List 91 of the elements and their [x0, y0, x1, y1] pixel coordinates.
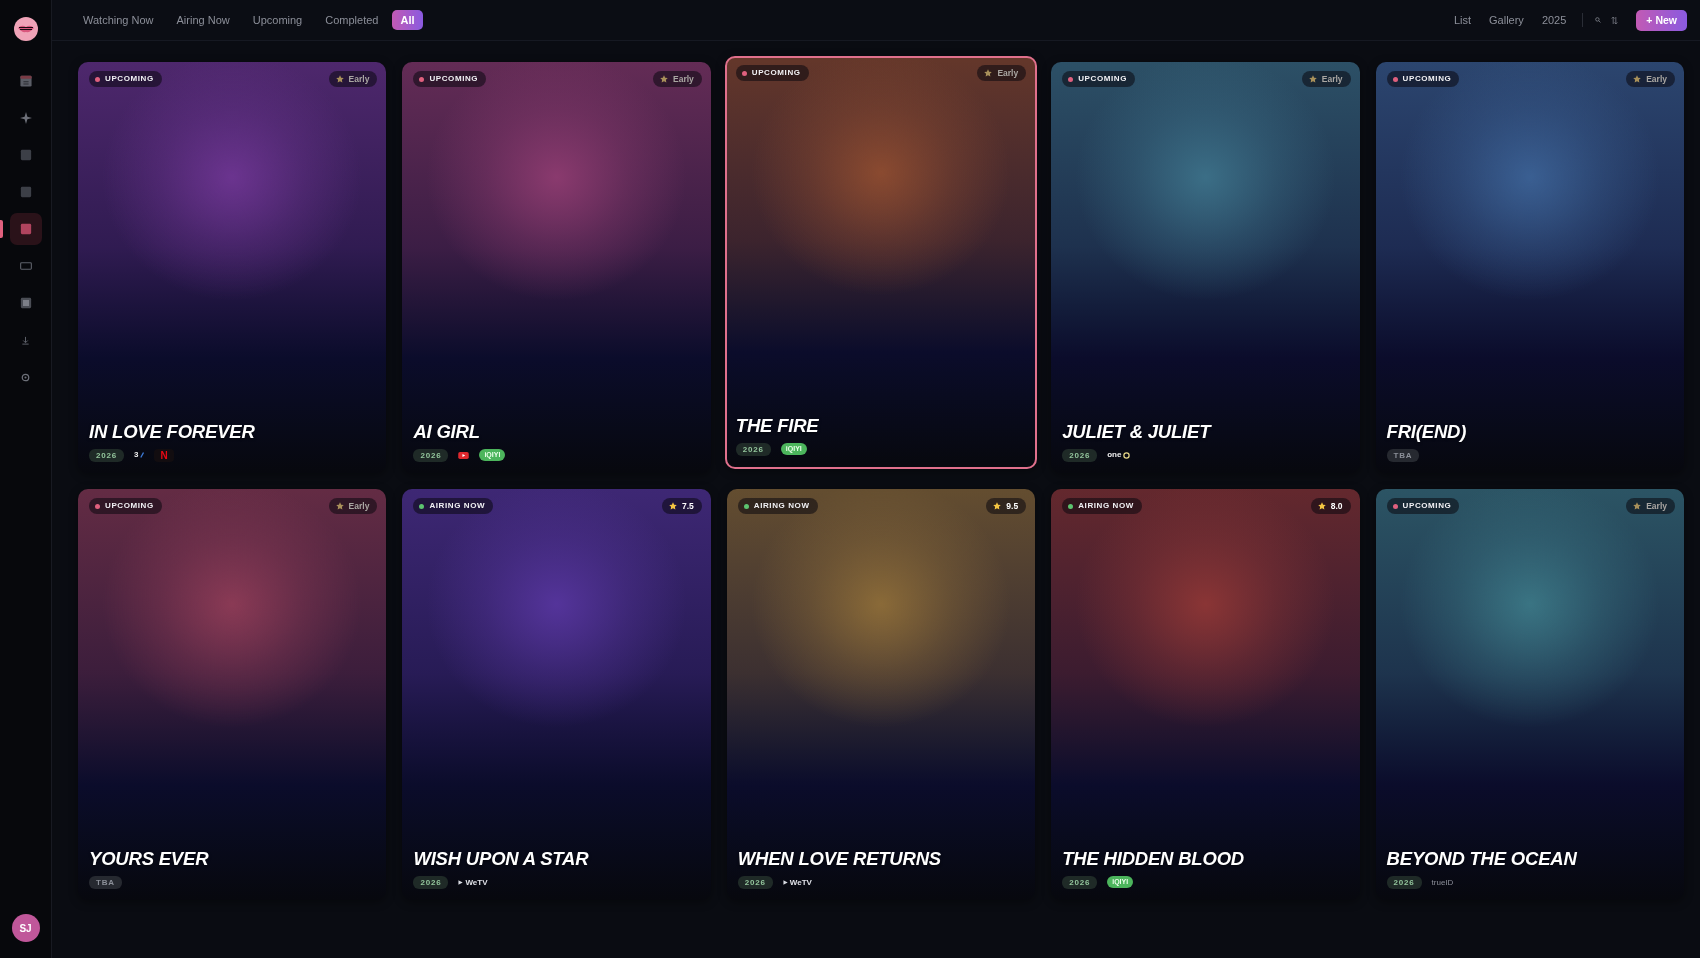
logo-icon[interactable]	[13, 17, 38, 41]
show-card[interactable]: UPCOMING Early BEYOND THE OCEAN 2026 trueID	[1375, 489, 1684, 900]
star-icon	[668, 502, 677, 510]
show-title: JULIET & JULIET	[1062, 421, 1213, 443]
filter-tab[interactable]: Airing Now	[167, 10, 239, 30]
status-label: UPCOMING	[429, 74, 479, 84]
sort-arrows-icon	[1611, 15, 1619, 25]
show-card[interactable]: AIRING NOW 7.5 WISH UPON A STAR 2026 WeTV	[402, 489, 711, 900]
platform-logo: WeTV	[465, 877, 488, 887]
star-icon	[335, 75, 344, 83]
rating-label: 7.5	[681, 501, 694, 511]
status-label: UPCOMING	[1402, 74, 1452, 84]
rectangle-icon	[19, 260, 32, 272]
platform-logo: trueID	[1431, 877, 1454, 887]
star-icon	[1317, 502, 1326, 510]
star-icon	[335, 502, 344, 510]
rating-label: 8.0	[1330, 501, 1343, 511]
show-title: WHEN LOVE RETURNS	[737, 848, 942, 870]
show-title: FRI(END)	[1386, 421, 1468, 443]
square-icon	[19, 223, 32, 235]
star-icon	[984, 69, 993, 77]
star-icon	[660, 75, 668, 83]
show-title: YOURS EVER	[89, 848, 210, 870]
year-tag: 2026	[413, 448, 449, 462]
show-card[interactable]: UPCOMING Early IN LOVE FOREVER 2026 3 N	[78, 62, 387, 473]
year-tag: 2026	[1062, 875, 1098, 889]
filter-tab[interactable]: Completed	[316, 10, 388, 30]
framed-square-icon	[19, 297, 32, 309]
status-label: UPCOMING	[1402, 501, 1452, 511]
view-button[interactable]: List	[1445, 10, 1480, 30]
status-label: UPCOMING	[105, 501, 154, 511]
year-tag: TBA	[89, 875, 122, 889]
year-tag: 2026	[413, 875, 449, 889]
status-label: UPCOMING	[105, 74, 154, 84]
calendar-icon	[19, 75, 32, 87]
platform-logo: 3	[134, 450, 139, 460]
play-icon	[458, 879, 464, 885]
video-play-icon	[458, 451, 470, 459]
rating-label: Early	[1321, 74, 1343, 84]
status-label: AIRING NOW	[1078, 501, 1134, 511]
year-tag: 2026	[89, 448, 124, 462]
show-card[interactable]: UPCOMING Early FRI(END) TBA	[1375, 62, 1684, 473]
year-tag: TBA	[1386, 448, 1420, 462]
play-icon	[782, 879, 788, 885]
view-button[interactable]: Gallery	[1481, 10, 1532, 30]
year-tag: 2026	[737, 875, 773, 889]
square-icon	[19, 186, 32, 198]
status-label: UPCOMING	[751, 68, 801, 78]
show-card[interactable]: AIRING NOW 9.5 WHEN LOVE RETURNS 2026 WeTV	[726, 489, 1036, 900]
show-card[interactable]: UPCOMING Early JULIET & JULIET 2026 one	[1051, 62, 1360, 473]
rating-label: 9.5	[1006, 501, 1019, 511]
search-icon	[1595, 17, 1602, 23]
show-title: IN LOVE FOREVER	[89, 421, 256, 443]
platform-logo: WeTV	[789, 877, 812, 887]
rating-label: Early	[348, 501, 370, 511]
rating-label: Early	[348, 74, 370, 84]
show-title: THE FIRE	[735, 415, 820, 437]
show-card[interactable]: UPCOMING Early YOURS EVER TBA	[78, 489, 387, 900]
status-label: UPCOMING	[1078, 74, 1127, 84]
platform-logo: N	[154, 448, 174, 462]
status-label: AIRING NOW	[753, 501, 810, 511]
slash-icon	[140, 452, 145, 458]
status-label: AIRING NOW	[429, 501, 486, 511]
year-tag: 2026	[735, 442, 771, 456]
year-filter-button[interactable]: 2025	[1533, 10, 1575, 30]
nav-button[interactable]	[9, 213, 42, 245]
settings-icon	[21, 372, 30, 382]
download-icon	[21, 335, 30, 345]
show-title: AI GIRL	[413, 421, 481, 443]
rating-label: Early	[673, 74, 694, 84]
ring-icon	[1123, 451, 1131, 459]
filter-tab[interactable]: Watching Now	[74, 10, 163, 30]
square-icon	[19, 149, 32, 161]
star-icon	[1308, 75, 1317, 83]
show-title: THE HIDDEN BLOOD	[1062, 848, 1245, 870]
new-button[interactable]: + New	[1636, 9, 1687, 31]
star-icon	[1633, 502, 1642, 510]
year-tag: 2026	[1386, 875, 1422, 889]
year-tag: 2026	[1062, 448, 1098, 462]
rating-label: Early	[1646, 74, 1667, 84]
rating-label: Early	[997, 68, 1019, 78]
filter-tab[interactable]: All	[392, 10, 423, 30]
filter-tab[interactable]: Upcoming	[243, 10, 312, 30]
platform-logo: one	[1107, 450, 1122, 460]
user-avatar[interactable]: SJ	[11, 914, 40, 942]
star-icon	[993, 502, 1002, 510]
star-icon	[1633, 75, 1642, 83]
rating-label: Early	[1646, 501, 1667, 511]
show-title: WISH UPON A STAR	[413, 848, 590, 870]
sparkle-icon	[19, 112, 32, 124]
show-title: BEYOND THE OCEAN	[1386, 848, 1578, 870]
